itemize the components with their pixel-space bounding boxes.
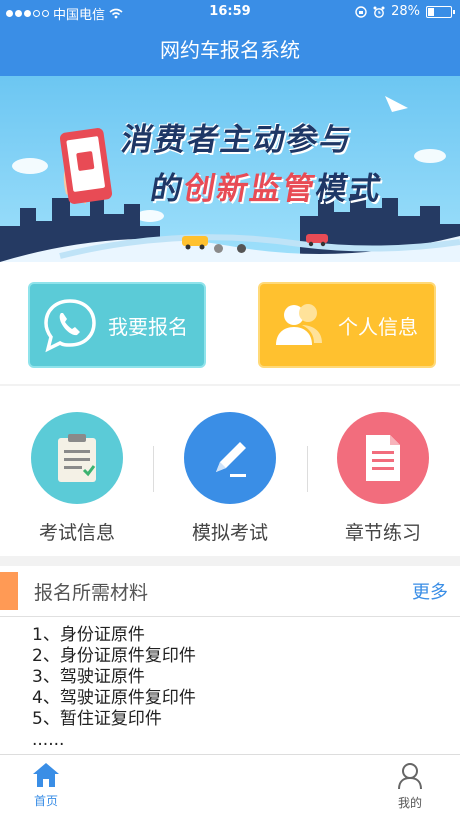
list-item: 3、驾驶证原件	[32, 667, 145, 687]
quick-actions: 我要报名 个人信息	[0, 262, 460, 384]
feature-chapter-practice[interactable]: 章节练习	[323, 412, 443, 545]
feature-icon-circle	[31, 412, 123, 504]
page-dot[interactable]	[214, 244, 223, 253]
page-dot[interactable]	[237, 244, 246, 253]
bottom-tab-bar: 首页 我的	[0, 754, 460, 819]
document-icon	[366, 435, 400, 481]
tab-home[interactable]: 首页	[16, 761, 76, 809]
signup-label: 我要报名	[108, 314, 188, 339]
materials-header: 报名所需材料 更多	[0, 566, 460, 617]
tab-home-label: 首页	[33, 794, 58, 808]
feature-icon-circle	[337, 412, 429, 504]
feature-exam-info[interactable]: 考试信息	[17, 412, 137, 545]
phone-bubble-icon	[44, 299, 96, 353]
signup-button[interactable]: 我要报名	[28, 282, 206, 368]
profile-button[interactable]: 个人信息	[258, 282, 436, 368]
banner-line2-post: 模式	[312, 171, 386, 207]
feature-icon-circle	[184, 412, 276, 504]
banner-page-indicator[interactable]	[0, 244, 460, 253]
banner-line2-highlight: 创新监管	[180, 171, 320, 207]
rotation-lock-icon	[355, 5, 367, 18]
list-item: ......	[32, 730, 65, 750]
promo-banner[interactable]: 消费者主动参与 的创新监管模式	[0, 76, 460, 262]
profile-label: 个人信息	[338, 314, 418, 339]
clipboard-icon	[58, 434, 96, 482]
list-item: 2、身份证原件复印件	[32, 646, 196, 666]
users-icon	[276, 304, 322, 345]
list-item: 5、暂住证复印件	[32, 709, 162, 729]
divider	[307, 446, 308, 492]
materials-list: 1、身份证原件 2、身份证原件复印件 3、驾驶证原件 4、驾驶证原件复印件 5、…	[0, 617, 460, 751]
page-title: 网约车报名系统	[160, 38, 300, 62]
section-accent-bar	[0, 572, 18, 610]
status-bar: 中国电信 16:59 28%	[0, 0, 460, 24]
battery-percent: 28%	[391, 4, 420, 19]
banner-line1: 消费者主动参与	[118, 122, 356, 158]
pencil-icon	[216, 442, 246, 477]
status-right: 28%	[355, 4, 455, 19]
banner-headline: 消费者主动参与 的创新监管模式	[110, 114, 396, 208]
feature-mock-exam[interactable]: 模拟考试	[170, 412, 290, 545]
user-icon	[398, 763, 422, 790]
divider	[153, 446, 154, 492]
materials-section: 报名所需材料 更多 1、身份证原件 2、身份证原件复印件 3、驾驶证原件 4、驾…	[0, 566, 460, 754]
alarm-icon	[373, 6, 385, 18]
list-item: 1、身份证原件	[32, 625, 145, 645]
banner-line2: 的创新监管模式	[148, 163, 387, 208]
feature-label: 考试信息	[38, 522, 115, 544]
materials-title: 报名所需材料	[34, 582, 149, 604]
tab-mine[interactable]: 我的	[380, 761, 440, 811]
feature-label: 模拟考试	[191, 522, 268, 544]
feature-label: 章节练习	[344, 522, 421, 544]
tab-mine-label: 我的	[397, 796, 422, 810]
app-title-bar: 网约车报名系统	[0, 24, 460, 76]
home-icon	[33, 763, 59, 787]
feature-grid: 考试信息 模拟考试 章节练习	[0, 386, 460, 556]
more-link[interactable]: 更多	[412, 578, 448, 604]
list-item: 4、驾驶证原件复印件	[32, 688, 196, 708]
battery-icon	[426, 5, 455, 18]
